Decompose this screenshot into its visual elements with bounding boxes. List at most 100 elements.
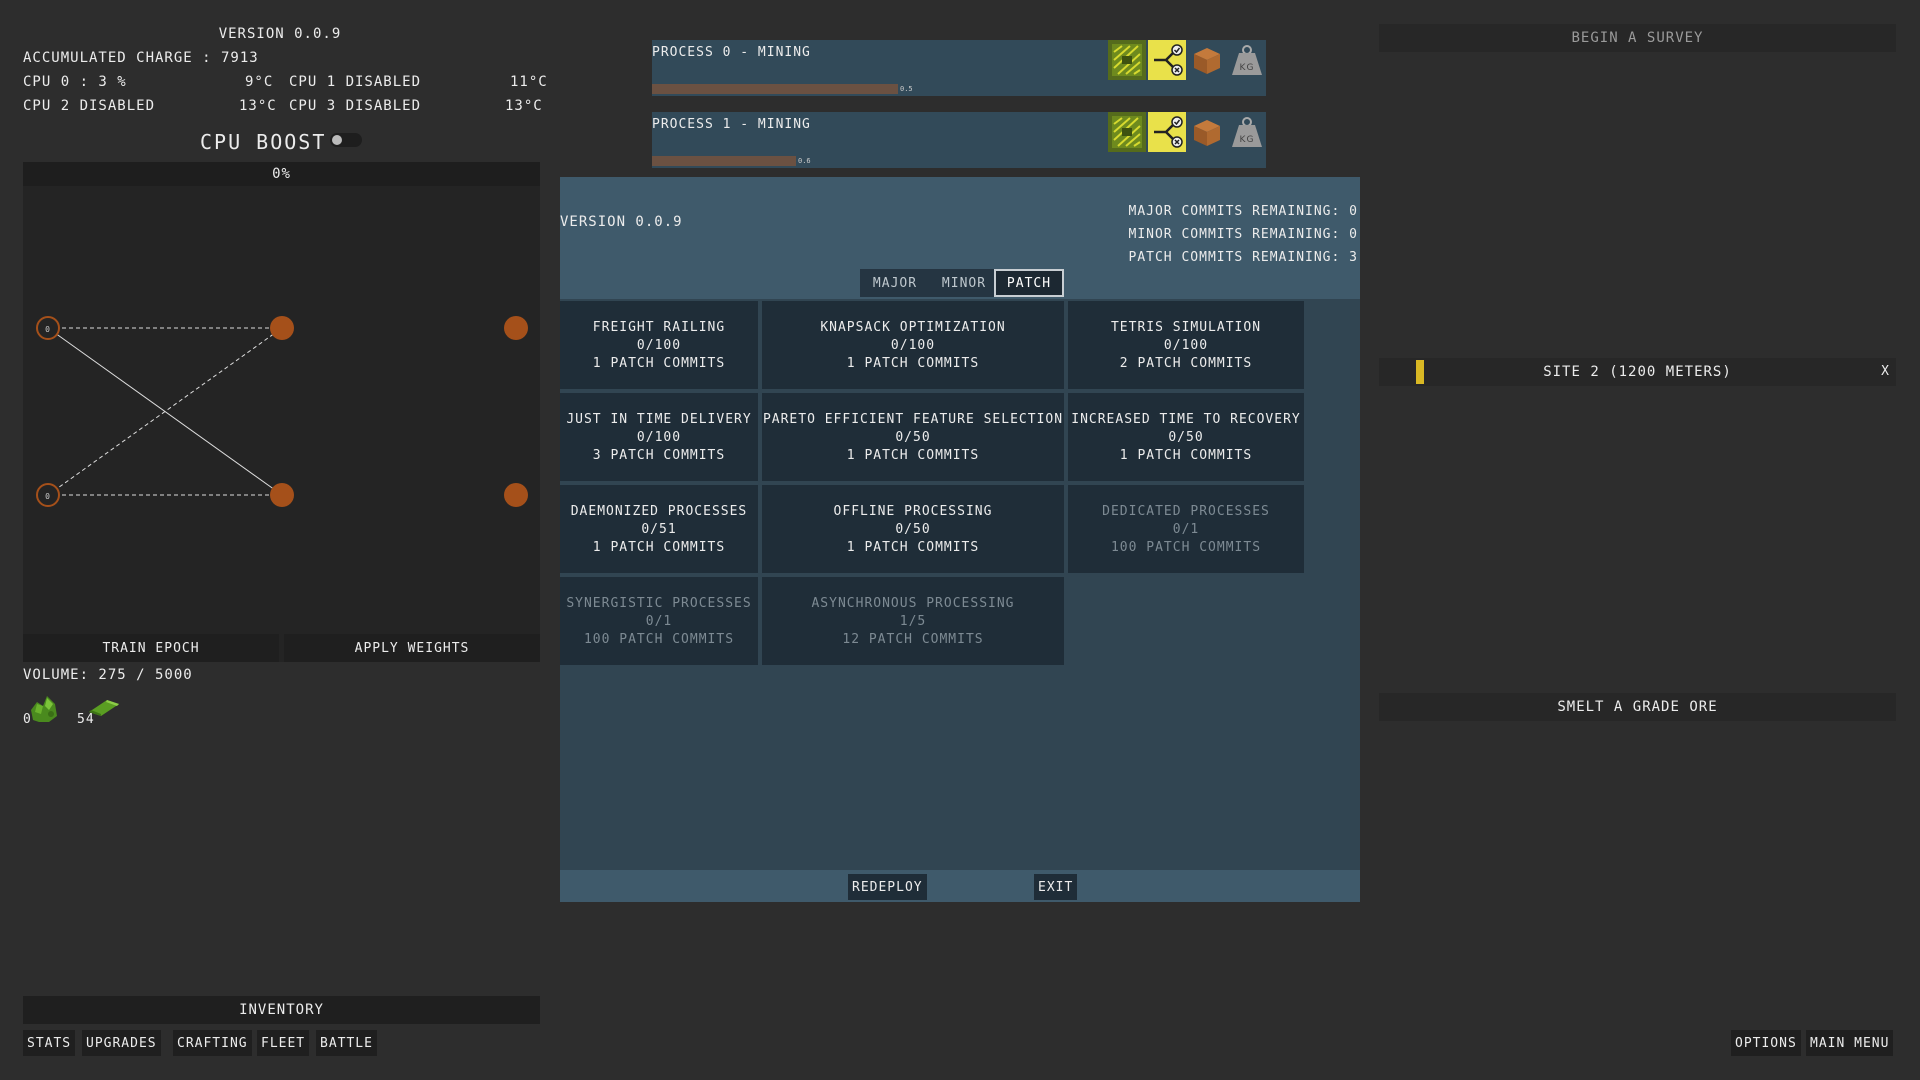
- redeploy-button[interactable]: redeploy: [848, 874, 927, 900]
- process-0-actions: Kg: [1108, 40, 1266, 80]
- process-1-progress: 0.6: [652, 156, 1252, 166]
- tab-fleet[interactable]: fleet: [257, 1030, 310, 1056]
- upgrade-name: pareto efficient feature selection: [762, 411, 1064, 427]
- upgrade-card[interactable]: tetris simulation 0/100 2 patch commits: [1068, 301, 1304, 389]
- game-version: version 0.0.9: [218, 26, 342, 42]
- process-1-crate-button[interactable]: [1188, 112, 1226, 152]
- tab-minor[interactable]: minor: [930, 269, 998, 297]
- version-panel-header: version 0.0.9 major commits remaining: 0…: [560, 177, 1360, 299]
- crate-icon: [1194, 120, 1220, 146]
- process-1: process 1 - mining 0.6: [652, 112, 1266, 168]
- upgrade-progress: 0/1: [645, 613, 673, 629]
- output-node[interactable]: [504, 483, 528, 507]
- svg-text:Kg: Kg: [1240, 63, 1255, 73]
- cpu-2-temp: 13°c: [239, 98, 277, 114]
- upgrade-progress: 0/50: [1168, 429, 1204, 445]
- upgrade-card[interactable]: synergistic processes 0/1 100 patch commit…: [560, 577, 758, 665]
- process-0-title: process 0 - mining: [652, 45, 811, 60]
- upgrade-card[interactable]: increased time to recovery 0/50 1 patch co…: [1068, 393, 1304, 481]
- train-epoch-button[interactable]: train epoch: [23, 634, 279, 662]
- cpu-2-status: cpu 2 disabled: [23, 98, 156, 114]
- minor-commits-remaining: minor commits remaining: 0: [1128, 227, 1358, 242]
- cpu-row-2: cpu 2 disabled 13°c cpu 3 disabled 13°c: [23, 98, 542, 118]
- process-0-value: 0.5: [900, 85, 913, 93]
- upgrade-card[interactable]: pareto efficient feature selection 0/50 1 …: [762, 393, 1064, 481]
- branch-merge-icon: [1154, 44, 1183, 76]
- upgrade-card[interactable]: daemonized processes 0/51 1 patch commits: [560, 485, 758, 573]
- close-icon[interactable]: x: [1881, 364, 1890, 379]
- weight-icon: Kg: [1232, 45, 1262, 75]
- version-panel-title: version 0.0.9: [560, 214, 683, 230]
- process-0-progress-fill: [652, 84, 898, 94]
- upgrade-card[interactable]: dedicated processes 0/1 100 patch commits: [1068, 485, 1304, 573]
- resource-bar[interactable]: 54: [77, 692, 123, 728]
- upgrade-name: offline processing: [833, 503, 993, 519]
- ore-pile-icon: [31, 696, 57, 722]
- process-1-title: process 1 - mining: [652, 117, 811, 132]
- upgrade-name: daemonized processes: [570, 503, 748, 519]
- upgrade-progress: 0/100: [636, 337, 682, 353]
- process-0-branch-button[interactable]: [1148, 40, 1186, 80]
- upgrade-progress: 0/100: [636, 429, 682, 445]
- upgrade-cost: 1 patch commits: [846, 355, 980, 371]
- hidden-node[interactable]: [270, 483, 294, 507]
- process-1-actions: Kg: [1108, 112, 1266, 152]
- upgrade-progress: 0/50: [895, 521, 931, 537]
- upgrade-name: knapsack optimization: [820, 319, 1006, 335]
- upgrade-card[interactable]: knapsack optimization 0/100 1 patch commit…: [762, 301, 1064, 389]
- process-1-circuit-button[interactable]: [1108, 112, 1146, 152]
- process-0-progress: 0.5: [652, 84, 1252, 94]
- cpu-boost-toggle[interactable]: [330, 133, 362, 147]
- process-1-value: 0.6: [798, 157, 811, 165]
- main-menu-button[interactable]: main menu: [1806, 1030, 1894, 1056]
- apply-weights-button[interactable]: apply weights: [284, 634, 540, 662]
- upgrade-cost: 3 patch commits: [592, 447, 726, 463]
- resource-bar-count: 54: [77, 712, 95, 727]
- tab-major[interactable]: major: [860, 269, 930, 297]
- upgrade-progress: 0/1: [1172, 521, 1200, 537]
- begin-survey-button[interactable]: begin a survey: [1379, 24, 1896, 52]
- neural-network-panel: 0% 0 0 train epoch apply weights: [23, 162, 540, 662]
- upgrade-name: synergistic processes: [566, 595, 752, 611]
- upgrade-card[interactable]: asynchronous processing 1/5 12 patch commi…: [762, 577, 1064, 665]
- cpu-0-temp: 9°c: [245, 74, 274, 90]
- resource-ore[interactable]: 0: [23, 692, 63, 728]
- upgrade-cost: 1 patch commits: [592, 355, 726, 371]
- smelt-ore-button[interactable]: smelt a grade ore: [1379, 693, 1896, 721]
- upgrade-card[interactable]: offline processing 0/50 1 patch commits: [762, 485, 1064, 573]
- options-button[interactable]: options: [1731, 1030, 1801, 1056]
- upgrade-card[interactable]: freight railing 0/100 1 patch commits: [560, 301, 758, 389]
- hidden-node[interactable]: [270, 316, 294, 340]
- tab-upgrades[interactable]: upgrades: [82, 1030, 161, 1056]
- tab-patch[interactable]: patch: [994, 269, 1064, 297]
- resource-ore-count: 0: [23, 712, 32, 727]
- process-0-crate-button[interactable]: [1188, 40, 1226, 80]
- version-panel-footer: redeploy exit: [560, 870, 1360, 902]
- upgrade-cost: 1 patch commits: [846, 447, 980, 463]
- upgrade-cost: 1 patch commits: [846, 539, 980, 555]
- upgrade-cost: 12 patch commits: [842, 631, 984, 647]
- process-1-branch-button[interactable]: [1148, 112, 1186, 152]
- tab-crafting[interactable]: crafting: [173, 1030, 252, 1056]
- process-0: process 0 - mining 0.5: [652, 40, 1266, 96]
- svg-text:Kg: Kg: [1240, 135, 1255, 145]
- major-commits-remaining: major commits remaining: 0: [1128, 204, 1358, 219]
- site-progress-marker[interactable]: [1416, 360, 1424, 384]
- site-progress-bar[interactable]: site 2 (1200 meters) x: [1379, 358, 1896, 386]
- branch-merge-icon: [1154, 116, 1183, 148]
- upgrade-progress: 0/100: [890, 337, 936, 353]
- process-0-circuit-button[interactable]: [1108, 40, 1146, 80]
- crate-icon: [1194, 48, 1220, 74]
- output-node[interactable]: [504, 316, 528, 340]
- version-panel: version 0.0.9 major commits remaining: 0…: [560, 177, 1360, 902]
- process-0-weight-button[interactable]: Kg: [1228, 40, 1266, 80]
- exit-button[interactable]: exit: [1034, 874, 1078, 900]
- upgrade-card[interactable]: just in time delivery 0/100 3 patch commit…: [560, 393, 758, 481]
- process-1-weight-button[interactable]: Kg: [1228, 112, 1266, 152]
- upgrade-name: increased time to recovery: [1071, 411, 1301, 427]
- upgrade-progress: 0/100: [1163, 337, 1209, 353]
- upgrade-cost: 1 patch commits: [1119, 447, 1253, 463]
- inventory-button[interactable]: inventory: [23, 996, 540, 1024]
- tab-battle[interactable]: battle: [316, 1030, 377, 1056]
- tab-stats[interactable]: stats: [23, 1030, 76, 1056]
